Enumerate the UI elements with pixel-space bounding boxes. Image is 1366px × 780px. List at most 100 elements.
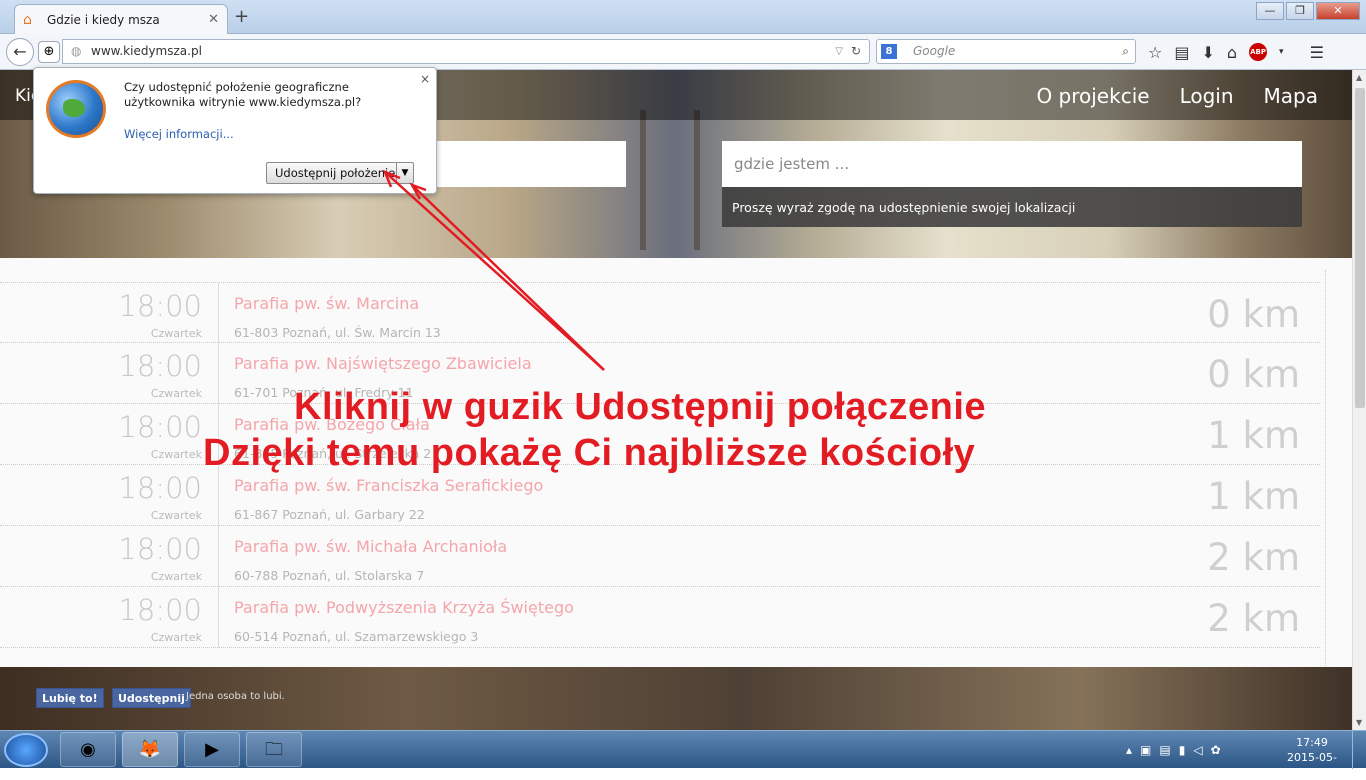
distance: 1 km xyxy=(1207,475,1300,518)
mass-time: 18:00 xyxy=(118,471,202,505)
window-close-button[interactable]: ✕ xyxy=(1316,2,1360,20)
adblock-icon[interactable]: ABP xyxy=(1249,43,1268,61)
scroll-up-icon[interactable]: ▲ xyxy=(1356,73,1362,82)
mass-time: 18:00 xyxy=(118,289,202,323)
divider xyxy=(218,587,219,648)
parish-name[interactable]: Parafia pw. Podwyższenia Krzyża Świętego xyxy=(234,598,574,617)
window-controls: — ❐ ✕ xyxy=(1256,2,1360,20)
mass-day: Czwartek xyxy=(150,631,202,644)
tray-expand-icon[interactable]: ▴ xyxy=(1126,743,1132,757)
facebook-share-button[interactable]: Udostępnij xyxy=(112,688,191,708)
taskbar-clock[interactable]: 17:49 2015-05-21 xyxy=(1282,735,1342,780)
search-engine-icon[interactable]: 8 xyxy=(881,44,897,59)
volume-icon[interactable]: ◁ xyxy=(1193,743,1202,757)
search-church-input[interactable] xyxy=(430,141,626,187)
toolbar-icons: ☆ ▤ ⬇ ⌂ ABP ▾ ☰ xyxy=(1148,43,1324,62)
menu-item-login[interactable]: Login xyxy=(1180,84,1234,108)
parish-name[interactable]: Parafia pw. św. Franciszka Serafickiego xyxy=(234,476,543,495)
list-item[interactable]: 18:00 Czwartek Parafia pw. Podwyższenia … xyxy=(0,587,1320,648)
geolocation-icon[interactable]: ⊕ xyxy=(38,41,60,63)
url-text: www.kiedymsza.pl xyxy=(91,44,202,58)
search-bar[interactable]: 8 Google ⌕ xyxy=(876,39,1136,64)
scrollbar-thumb[interactable] xyxy=(1355,88,1365,408)
start-button[interactable] xyxy=(4,733,48,767)
parish-address: 61-867 Poznań, ul. Garbary 22 xyxy=(234,507,425,522)
explorer-taskbar-icon[interactable]: 🗀 xyxy=(246,732,302,767)
tab-close-icon[interactable]: ✕ xyxy=(208,12,219,27)
clock-date: 2015-05-21 xyxy=(1287,751,1337,779)
home-icon[interactable]: ⌂ xyxy=(1227,43,1237,62)
mass-day: Czwartek xyxy=(150,448,202,461)
menu-item-projekt[interactable]: O projekcie xyxy=(1036,84,1149,108)
download-icon[interactable]: ⬇ xyxy=(1201,43,1214,62)
distance: 2 km xyxy=(1207,597,1300,640)
home-favicon-icon: ⌂ xyxy=(23,11,32,28)
menu-item-mapa[interactable]: Mapa xyxy=(1264,84,1318,108)
parish-address: 61-803 Poznań, ul. Św. Marcin 13 xyxy=(234,325,441,340)
restore-button[interactable]: ❐ xyxy=(1286,2,1314,20)
close-icon[interactable]: × xyxy=(420,72,430,86)
distance: 1 km xyxy=(1207,414,1300,457)
vertical-scrollbar[interactable]: ▲ ▼ xyxy=(1352,70,1366,730)
tray-security-icon[interactable]: ✿ xyxy=(1211,743,1221,757)
url-dropdown-icon[interactable]: ▽ xyxy=(835,40,843,63)
system-tray: ▴ ▣ ▤ ▮ ◁ ✿ xyxy=(1126,743,1221,757)
mass-time: 18:00 xyxy=(118,593,202,627)
parish-name[interactable]: Parafia pw. św. Michała Archanioła xyxy=(234,537,507,556)
list-item[interactable]: 18:00 Czwartek Parafia pw. św. Marcina 6… xyxy=(0,282,1320,344)
more-info-link[interactable]: Więcej informacji... xyxy=(124,127,234,141)
mass-time: 18:00 xyxy=(118,532,202,566)
site-menu: O projekcie Login Mapa xyxy=(1036,84,1318,108)
list-item[interactable]: 18:00 Czwartek Parafia pw. św. Michała A… xyxy=(0,526,1320,587)
share-options-dropdown[interactable]: ▼ xyxy=(396,162,414,184)
distance: 0 km xyxy=(1207,293,1300,336)
parish-address: 60-514 Poznań, ul. Szamarzewskiego 3 xyxy=(234,629,479,644)
mass-day: Czwartek xyxy=(150,387,202,400)
parish-name[interactable]: Parafia pw. Najświętszego Zbawiciela xyxy=(234,354,532,373)
mass-day: Czwartek xyxy=(150,570,202,583)
list-side-divider xyxy=(1325,270,1326,670)
tray-sync-icon[interactable]: ▤ xyxy=(1159,743,1170,757)
media-player-taskbar-icon[interactable]: ▶ xyxy=(184,732,240,767)
annotation-line-1: Kliknij w guzik Udostępnij połączenie xyxy=(294,386,987,428)
parish-address: 60-788 Poznań, ul. Stolarska 7 xyxy=(234,568,425,583)
geolocation-permission-popup: Czy udostępnić położenie geograficzne uż… xyxy=(33,67,437,194)
annotation-line-2: Dzięki temu pokażę Ci najbliższe kościoł… xyxy=(203,432,976,474)
reload-icon[interactable]: ↻ xyxy=(851,40,861,63)
permission-message: Czy udostępnić położenie geograficzne uż… xyxy=(124,80,362,109)
tab-title: Gdzie i kiedy msza xyxy=(47,12,160,27)
globe-icon xyxy=(46,80,106,138)
location-hint: Proszę wyraż zgodę na udostępnienie swoj… xyxy=(722,187,1302,227)
globe-icon: ◍ xyxy=(71,44,82,58)
bookmarks-list-icon[interactable]: ▤ xyxy=(1174,43,1189,62)
chrome-taskbar-icon[interactable]: ◉ xyxy=(60,732,116,767)
browser-tab[interactable]: ⌂ Gdzie i kiedy msza ✕ xyxy=(14,4,228,34)
firefox-taskbar-icon[interactable]: 🦊 xyxy=(122,732,178,767)
minimize-button[interactable]: — xyxy=(1256,2,1284,20)
new-tab-button[interactable]: + xyxy=(234,6,249,27)
location-input[interactable]: gdzie jestem ... xyxy=(722,141,1302,187)
parish-name[interactable]: Parafia pw. św. Marcina xyxy=(234,294,419,313)
show-desktop-button[interactable] xyxy=(1352,731,1366,769)
mass-time: 18:00 xyxy=(118,349,202,383)
divider xyxy=(218,283,219,344)
browser-tab-bar: ⌂ Gdzie i kiedy msza ✕ + — ❐ ✕ xyxy=(0,0,1366,34)
menu-icon[interactable]: ☰ xyxy=(1310,43,1324,62)
mass-day: Czwartek xyxy=(150,509,202,522)
facebook-like-button[interactable]: Lubię to! xyxy=(36,688,104,708)
divider xyxy=(218,343,219,404)
bookmark-star-icon[interactable]: ☆ xyxy=(1148,43,1162,62)
clock-time: 17:49 xyxy=(1296,736,1328,749)
url-bar[interactable]: ◍ www.kiedymsza.pl ▽ ↻ xyxy=(62,39,870,64)
divider xyxy=(218,526,219,587)
distance: 2 km xyxy=(1207,536,1300,579)
search-icon[interactable]: ⌕ xyxy=(1122,40,1129,63)
tray-app-icon[interactable]: ▣ xyxy=(1140,743,1151,757)
adblock-dropdown-icon[interactable]: ▾ xyxy=(1279,43,1284,62)
back-button[interactable]: ← xyxy=(6,38,34,66)
network-icon[interactable]: ▮ xyxy=(1179,743,1186,757)
browser-nav-bar: ← ⊕ ◍ www.kiedymsza.pl ▽ ↻ 8 Google ⌕ ☆ … xyxy=(0,34,1366,70)
scroll-down-icon[interactable]: ▼ xyxy=(1356,718,1362,727)
share-location-button[interactable]: Udostępnij położenie xyxy=(266,162,405,184)
mass-time: 18:00 xyxy=(118,410,202,444)
